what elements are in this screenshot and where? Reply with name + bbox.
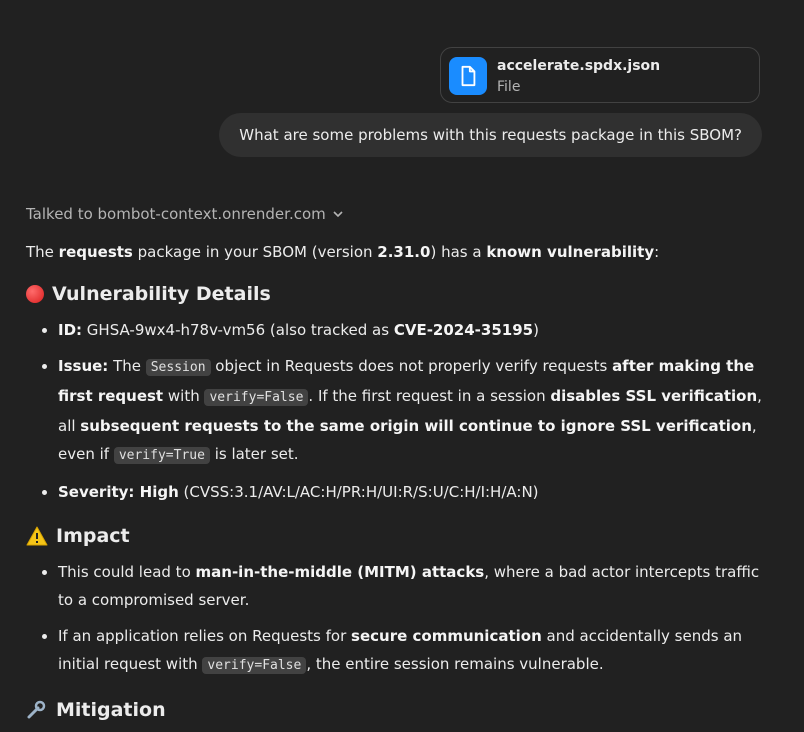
assistant-response: The requests package in your SBOM (versi…	[26, 238, 766, 732]
tool-status-text: Talked to bombot-context.onrender.com	[26, 205, 326, 223]
user-message-text: What are some problems with this request…	[239, 126, 742, 144]
file-icon	[449, 57, 487, 95]
list-item: This could lead to man-in-the-middle (MI…	[58, 558, 766, 614]
impact-list: This could lead to man-in-the-middle (MI…	[26, 558, 766, 680]
warning-icon	[26, 526, 48, 546]
intro-paragraph: The requests package in your SBOM (versi…	[26, 243, 660, 261]
section-heading-mitigation: Mitigation	[26, 696, 766, 724]
user-message-bubble: What are some problems with this request…	[219, 113, 762, 157]
section-heading-vulnerability: Vulnerability Details	[26, 280, 766, 308]
red-circle-icon	[26, 285, 44, 303]
list-item: If an application relies on Requests for…	[58, 622, 766, 680]
section-heading-impact: Impact	[26, 522, 766, 550]
tool-status-toggle[interactable]: Talked to bombot-context.onrender.com	[26, 205, 344, 223]
list-item: ID: GHSA-9wx4-h78v-vm56 (also tracked as…	[58, 316, 766, 344]
list-item: Severity: High (CVSS:3.1/AV:L/AC:H/PR:H/…	[58, 478, 766, 506]
tools-icon	[27, 700, 46, 719]
file-type: File	[497, 79, 521, 95]
file-name: accelerate.spdx.json	[497, 58, 661, 74]
list-item: Issue: The Session object in Requests do…	[58, 352, 766, 470]
chevron-down-icon	[333, 211, 343, 218]
file-attachment-card[interactable]: accelerate.spdx.json File	[440, 47, 760, 103]
vulnerability-list: ID: GHSA-9wx4-h78v-vm56 (also tracked as…	[26, 316, 766, 506]
